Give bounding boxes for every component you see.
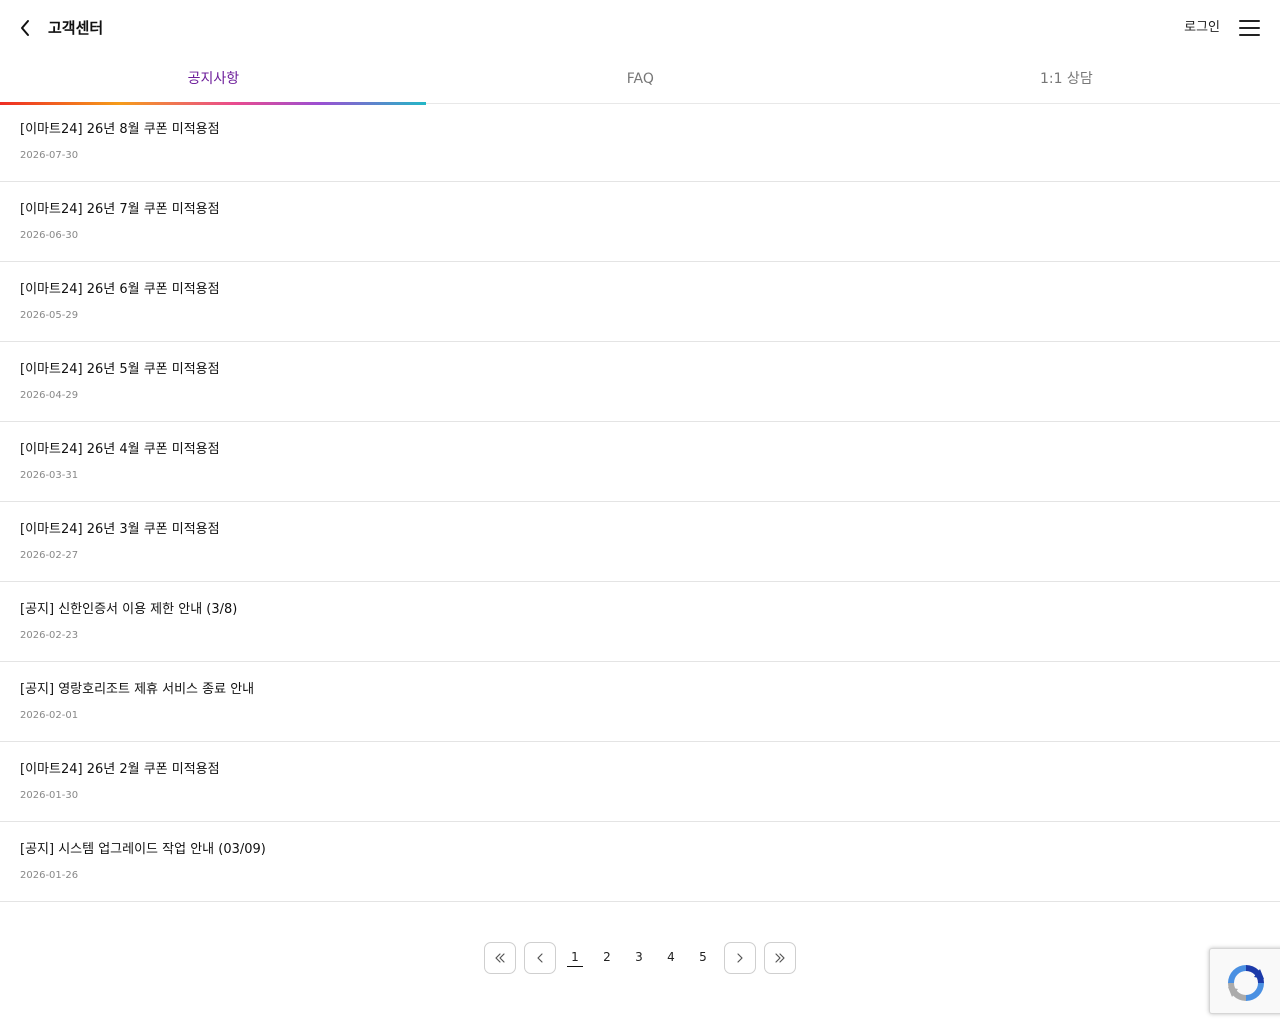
chevron-left-icon [21, 20, 29, 36]
next-page-button[interactable] [724, 942, 756, 974]
notice-title: [이마트24] 26년 8월 쿠폰 미적용점 [20, 122, 220, 137]
notice-date: 2026-06-30 [20, 230, 79, 241]
chevron-right-icon [737, 953, 743, 963]
notice-title: [이마트24] 26년 2월 쿠폰 미적용점 [20, 762, 220, 777]
list-item[interactable]: [이마트24] 26년 6월 쿠폰 미적용점 2026-05-29 [0, 262, 1280, 342]
notice-date: 2026-05-29 [20, 310, 79, 321]
notice-date: 2026-01-30 [20, 790, 79, 801]
last-page-button[interactable] [764, 942, 796, 974]
tab-inquiry[interactable]: 1:1 상담 [853, 58, 1280, 103]
notice-title: [공지] 영랑호리조트 제휴 서비스 종료 안내 [20, 682, 255, 697]
top-header: 고객센터 로그인 [0, 0, 1280, 56]
tab-bar: 공지사항 FAQ 1:1 상담 [0, 58, 1280, 105]
recaptcha-logo-icon [1228, 965, 1264, 1001]
chevron-left-icon [537, 953, 543, 963]
list-item[interactable]: [이마트24] 26년 3월 쿠폰 미적용점 2026-02-27 [0, 502, 1280, 582]
notice-title: [이마트24] 26년 3월 쿠폰 미적용점 [20, 522, 220, 537]
pagination: 1 2 3 4 5 [0, 942, 1280, 974]
double-chevron-right-icon [775, 953, 785, 963]
recaptcha-badge[interactable] [1209, 948, 1280, 1014]
prev-page-button[interactable] [524, 942, 556, 974]
tab-notices[interactable]: 공지사항 [0, 58, 427, 103]
back-button[interactable] [14, 16, 38, 40]
list-item[interactable]: [이마트24] 26년 5월 쿠폰 미적용점 2026-04-29 [0, 342, 1280, 422]
notice-title: [이마트24] 26년 4월 쿠폰 미적용점 [20, 442, 220, 457]
notice-title: [공지] 시스템 업그레이드 작업 안내 (03/09) [20, 842, 266, 857]
list-item[interactable]: [공지] 시스템 업그레이드 작업 안내 (03/09) 2026-01-26 [0, 822, 1280, 902]
notice-date: 2026-02-23 [20, 630, 79, 641]
page-number-2[interactable]: 2 [599, 949, 615, 965]
notice-date: 2026-07-30 [20, 150, 79, 161]
notice-title: [이마트24] 26년 6월 쿠폰 미적용점 [20, 282, 220, 297]
list-item[interactable]: [공지] 영랑호리조트 제휴 서비스 종료 안내 2026-02-01 [0, 662, 1280, 742]
double-chevron-left-icon [495, 953, 505, 963]
notice-title: [이마트24] 26년 7월 쿠폰 미적용점 [20, 202, 220, 217]
notice-date: 2026-01-26 [20, 870, 79, 881]
list-item[interactable]: [이마트24] 26년 7월 쿠폰 미적용점 2026-06-30 [0, 182, 1280, 262]
login-link[interactable]: 로그인 [1184, 19, 1220, 37]
notice-title: [이마트24] 26년 5월 쿠폰 미적용점 [20, 362, 220, 377]
notice-date: 2026-02-01 [20, 710, 79, 721]
page-title: 고객센터 [48, 19, 104, 37]
page-number-3[interactable]: 3 [631, 949, 647, 965]
list-item[interactable]: [이마트24] 26년 2월 쿠폰 미적용점 2026-01-30 [0, 742, 1280, 822]
notice-date: 2026-04-29 [20, 390, 79, 401]
tab-faq[interactable]: FAQ [427, 58, 854, 103]
notice-date: 2026-02-27 [20, 550, 79, 561]
page-number-1[interactable]: 1 [567, 949, 583, 967]
hamburger-menu-icon[interactable] [1239, 17, 1261, 39]
list-item[interactable]: [공지] 신한인증서 이용 제한 안내 (3/8) 2026-02-23 [0, 582, 1280, 662]
list-item[interactable]: [이마트24] 26년 8월 쿠폰 미적용점 2026-07-30 [0, 102, 1280, 182]
page-number-5[interactable]: 5 [695, 949, 711, 965]
notice-title: [공지] 신한인증서 이용 제한 안내 (3/8) [20, 602, 238, 617]
first-page-button[interactable] [484, 942, 516, 974]
list-item[interactable]: [이마트24] 26년 4월 쿠폰 미적용점 2026-03-31 [0, 422, 1280, 502]
notice-date: 2026-03-31 [20, 470, 79, 481]
page-number-4[interactable]: 4 [663, 949, 679, 965]
notice-list: [이마트24] 26년 8월 쿠폰 미적용점 2026-07-30 [이마트24… [0, 102, 1280, 902]
